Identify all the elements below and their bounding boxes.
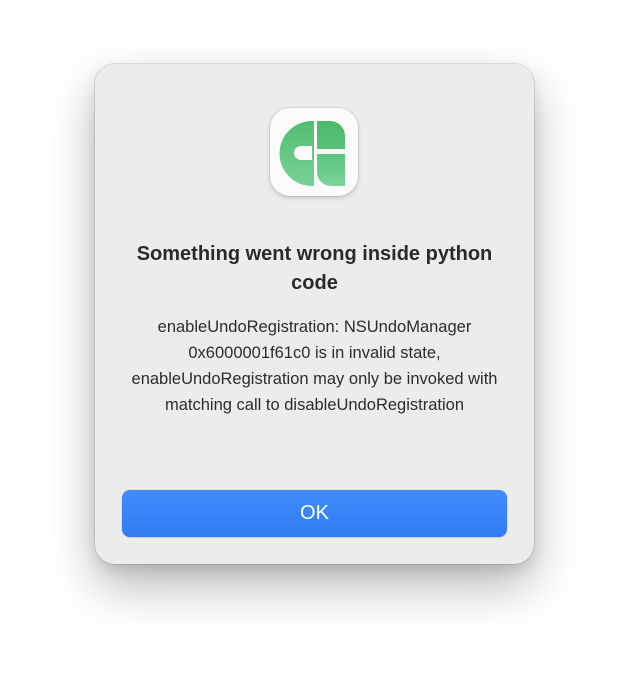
alert-title: Something went wrong inside python code xyxy=(136,243,493,294)
alert-message: enableUndoRegistration: NSUndoManager 0x… xyxy=(131,318,498,414)
ok-button[interactable]: OK xyxy=(122,490,507,537)
screen: Something went wrong inside python code … xyxy=(0,0,629,690)
alert-dialog: Something went wrong inside python code … xyxy=(95,64,534,564)
green-shapes-icon xyxy=(279,121,345,186)
app-icon xyxy=(270,108,358,196)
